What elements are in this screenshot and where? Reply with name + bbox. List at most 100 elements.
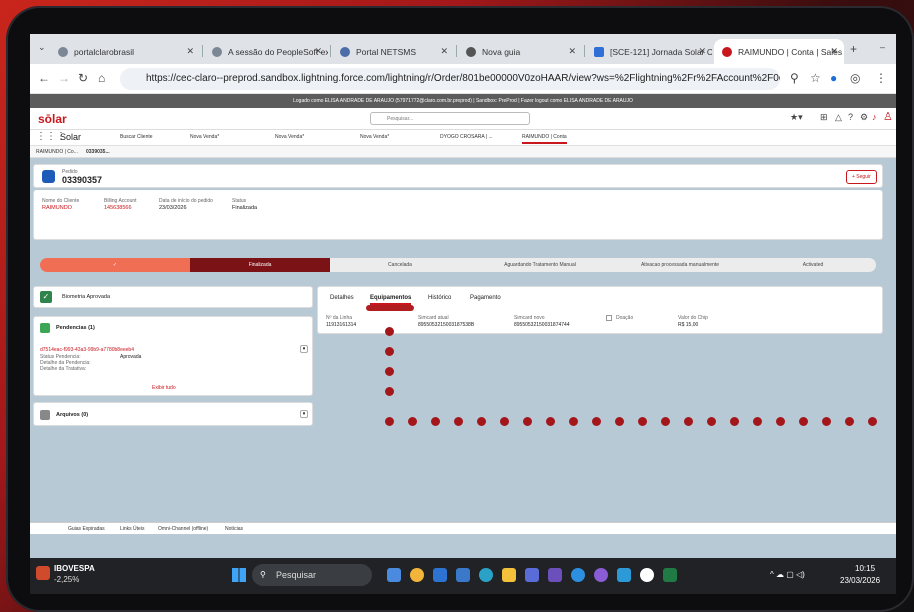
solar-logo[interactable]: sōlar bbox=[38, 112, 67, 126]
tab-pagamento[interactable]: Pagamento bbox=[470, 295, 501, 301]
clock-time[interactable]: 10:15 bbox=[855, 564, 875, 573]
close-icon[interactable]: ✕ bbox=[830, 46, 838, 57]
back-icon[interactable]: ← bbox=[38, 71, 50, 85]
path-step-complete[interactable]: ✓ bbox=[40, 258, 190, 272]
path-step-finalizada[interactable]: Finalizada bbox=[190, 258, 330, 272]
close-icon[interactable]: ✕ bbox=[186, 46, 194, 57]
close-icon[interactable]: ✕ bbox=[568, 46, 576, 57]
check-icon: ✓ bbox=[40, 291, 52, 303]
nav-item-raimundo[interactable]: RAIMUNDO | Conta bbox=[522, 134, 567, 144]
tab-historico[interactable]: Histórico bbox=[428, 295, 451, 301]
app-icon[interactable] bbox=[525, 568, 539, 582]
utility-guias-expiradas[interactable]: Guias Expiradas bbox=[68, 526, 105, 532]
app-icon[interactable] bbox=[640, 568, 654, 582]
nav-item-nova-venda[interactable]: Nova Venda* bbox=[190, 134, 219, 140]
annotation-dot bbox=[776, 417, 785, 426]
browser-tab-jira[interactable]: [SCE-121] Jornada Solar Cl ✕ bbox=[586, 39, 712, 64]
windows-start-icon[interactable] bbox=[232, 568, 246, 582]
tab-detalhes[interactable]: Detalhes bbox=[330, 295, 354, 301]
taskbar-search[interactable]: Pesquisar bbox=[252, 564, 372, 586]
path-step-cancelada[interactable]: Cancelada bbox=[330, 258, 470, 272]
favorites-icon[interactable]: ★▾ bbox=[790, 112, 803, 123]
stock-widget-icon[interactable] bbox=[36, 566, 50, 580]
path-step-aguardando[interactable]: Aguardando Tratamento Manual bbox=[470, 258, 610, 272]
pendencia-link[interactable]: d7514eac-f993-43a3-99b9-a7780b8eeeb4 bbox=[40, 347, 134, 353]
utility-omni-channel[interactable]: Omni-Channel (offline) bbox=[158, 526, 208, 532]
app-icon[interactable] bbox=[617, 568, 631, 582]
help-icon[interactable]: ? bbox=[848, 112, 853, 122]
customer-link[interactable]: RAIMUNDO bbox=[42, 205, 72, 211]
user-avatar-icon[interactable]: ♙ bbox=[883, 110, 893, 123]
globe-icon bbox=[58, 46, 68, 57]
photo-background: ⌄ portalclarobrasil ✕ A sessão do PeopleS… bbox=[0, 0, 914, 612]
reload-icon[interactable]: ↻ bbox=[78, 71, 88, 85]
nav-item-dyogo[interactable]: DYOGO CROSARA | ... bbox=[440, 134, 493, 140]
status-path: ✓ Finalizada Cancelada Aguardando Tratam… bbox=[40, 258, 876, 272]
zoom-icon[interactable]: ⚲ bbox=[790, 71, 799, 85]
app-icon[interactable] bbox=[594, 568, 608, 582]
search-icon: ⚲ bbox=[260, 570, 266, 579]
chrome-taskbar-icon[interactable] bbox=[410, 568, 424, 582]
status-value: Finalizada bbox=[232, 205, 258, 211]
app-icon[interactable] bbox=[456, 568, 470, 582]
field-label: Billing Account bbox=[104, 198, 137, 204]
global-search-input[interactable]: Pesquisar... bbox=[370, 112, 530, 125]
folder-icon[interactable] bbox=[502, 568, 516, 582]
forward-icon[interactable]: → bbox=[58, 71, 70, 85]
notifications-bell-icon[interactable]: ♪ bbox=[872, 112, 877, 122]
menu-icon[interactable]: ⋮ bbox=[875, 71, 887, 85]
browser-tab-salesforce[interactable]: RAIMUNDO | Conta | Sales ✕ bbox=[714, 39, 844, 64]
close-icon[interactable]: ✕ bbox=[314, 46, 322, 57]
doacao-checkbox[interactable] bbox=[606, 315, 612, 321]
nav-item-buscar-cliente[interactable]: Buscar Cliente bbox=[120, 134, 153, 140]
path-step-activated[interactable]: Activated bbox=[750, 258, 876, 272]
teams-icon[interactable] bbox=[548, 568, 562, 582]
setup-gear-icon[interactable]: ⚙ bbox=[860, 112, 868, 123]
bookmark-star-icon[interactable]: ☆ bbox=[810, 71, 821, 85]
browser-tab-nova-guia[interactable]: Nova guia ✕ bbox=[458, 39, 582, 64]
app-icon[interactable] bbox=[571, 568, 585, 582]
browser-tab-peoplesoft[interactable]: A sessão do PeopleSoft ex ✕ bbox=[204, 39, 328, 64]
excel-icon[interactable] bbox=[663, 568, 677, 582]
jira-icon bbox=[594, 46, 604, 57]
app-icon[interactable] bbox=[433, 568, 447, 582]
trailhead-icon[interactable]: △ bbox=[835, 112, 842, 123]
tab-list-icon[interactable]: ⌄ bbox=[38, 42, 46, 53]
window-controls-icon[interactable]: – bbox=[880, 42, 885, 52]
annotation-dot bbox=[385, 417, 394, 426]
path-step-ativacao[interactable]: Ativacao processada manualmente bbox=[610, 258, 750, 272]
subtab-raimundo[interactable]: RAIMUNDO | Co... bbox=[36, 149, 78, 155]
view-all-link[interactable]: Exibir tudo bbox=[152, 385, 176, 391]
clock-date[interactable]: 23/03/2026 bbox=[840, 576, 880, 585]
profile-icon[interactable]: ◎ bbox=[850, 71, 860, 85]
follow-button[interactable]: + Seguir bbox=[846, 170, 877, 184]
login-as-banner[interactable]: Logado como ELISA ANDRADE DE ARAUJO (579… bbox=[30, 94, 896, 108]
stock-name[interactable]: IBOVESPA bbox=[54, 564, 95, 573]
browser-tab-netsms[interactable]: Portal NETSMS ✕ bbox=[332, 39, 454, 64]
nav-item-nova-venda[interactable]: Nova Venda* bbox=[275, 134, 304, 140]
globe-icon bbox=[212, 46, 222, 57]
tab-equipamentos[interactable]: Equipamentos bbox=[370, 295, 412, 305]
app-icon[interactable] bbox=[387, 568, 401, 582]
dropdown-icon[interactable]: ▾ bbox=[300, 410, 308, 418]
billing-account-link[interactable]: 145638566 bbox=[104, 205, 132, 211]
nav-item-nova-venda[interactable]: Nova Venda* bbox=[360, 134, 389, 140]
close-icon[interactable]: ✕ bbox=[698, 46, 706, 57]
subtab-order[interactable]: 0339035... bbox=[86, 149, 110, 155]
windows-taskbar: IBOVESPA -2,25% Pesquisar ⚲ ^ ☁ ▢ ◁) 10:… bbox=[30, 558, 896, 594]
annotation-dot bbox=[477, 417, 486, 426]
utility-noticias[interactable]: Notícias bbox=[225, 526, 243, 532]
close-icon[interactable]: ✕ bbox=[440, 46, 448, 57]
annotation-dot bbox=[661, 417, 670, 426]
arquivos-title: Arquivos (0) bbox=[56, 412, 89, 418]
tray-icons[interactable]: ^ ☁ ▢ ◁) bbox=[770, 570, 805, 579]
address-bar[interactable]: https://cec-claro--preprod.sandbox.light… bbox=[120, 68, 780, 90]
browser-tab-portalclaro[interactable]: portalclarobrasil ✕ bbox=[50, 39, 200, 64]
row-actions-icon[interactable]: ▾ bbox=[300, 345, 308, 353]
new-tab-button[interactable]: + bbox=[850, 42, 857, 56]
extension-icon[interactable]: ● bbox=[830, 71, 837, 85]
home-icon[interactable]: ⌂ bbox=[98, 71, 105, 85]
utility-links-uteis[interactable]: Links Úteis bbox=[120, 526, 144, 532]
global-actions-icon[interactable]: ⊞ bbox=[820, 112, 828, 123]
edge-icon[interactable] bbox=[479, 568, 493, 582]
